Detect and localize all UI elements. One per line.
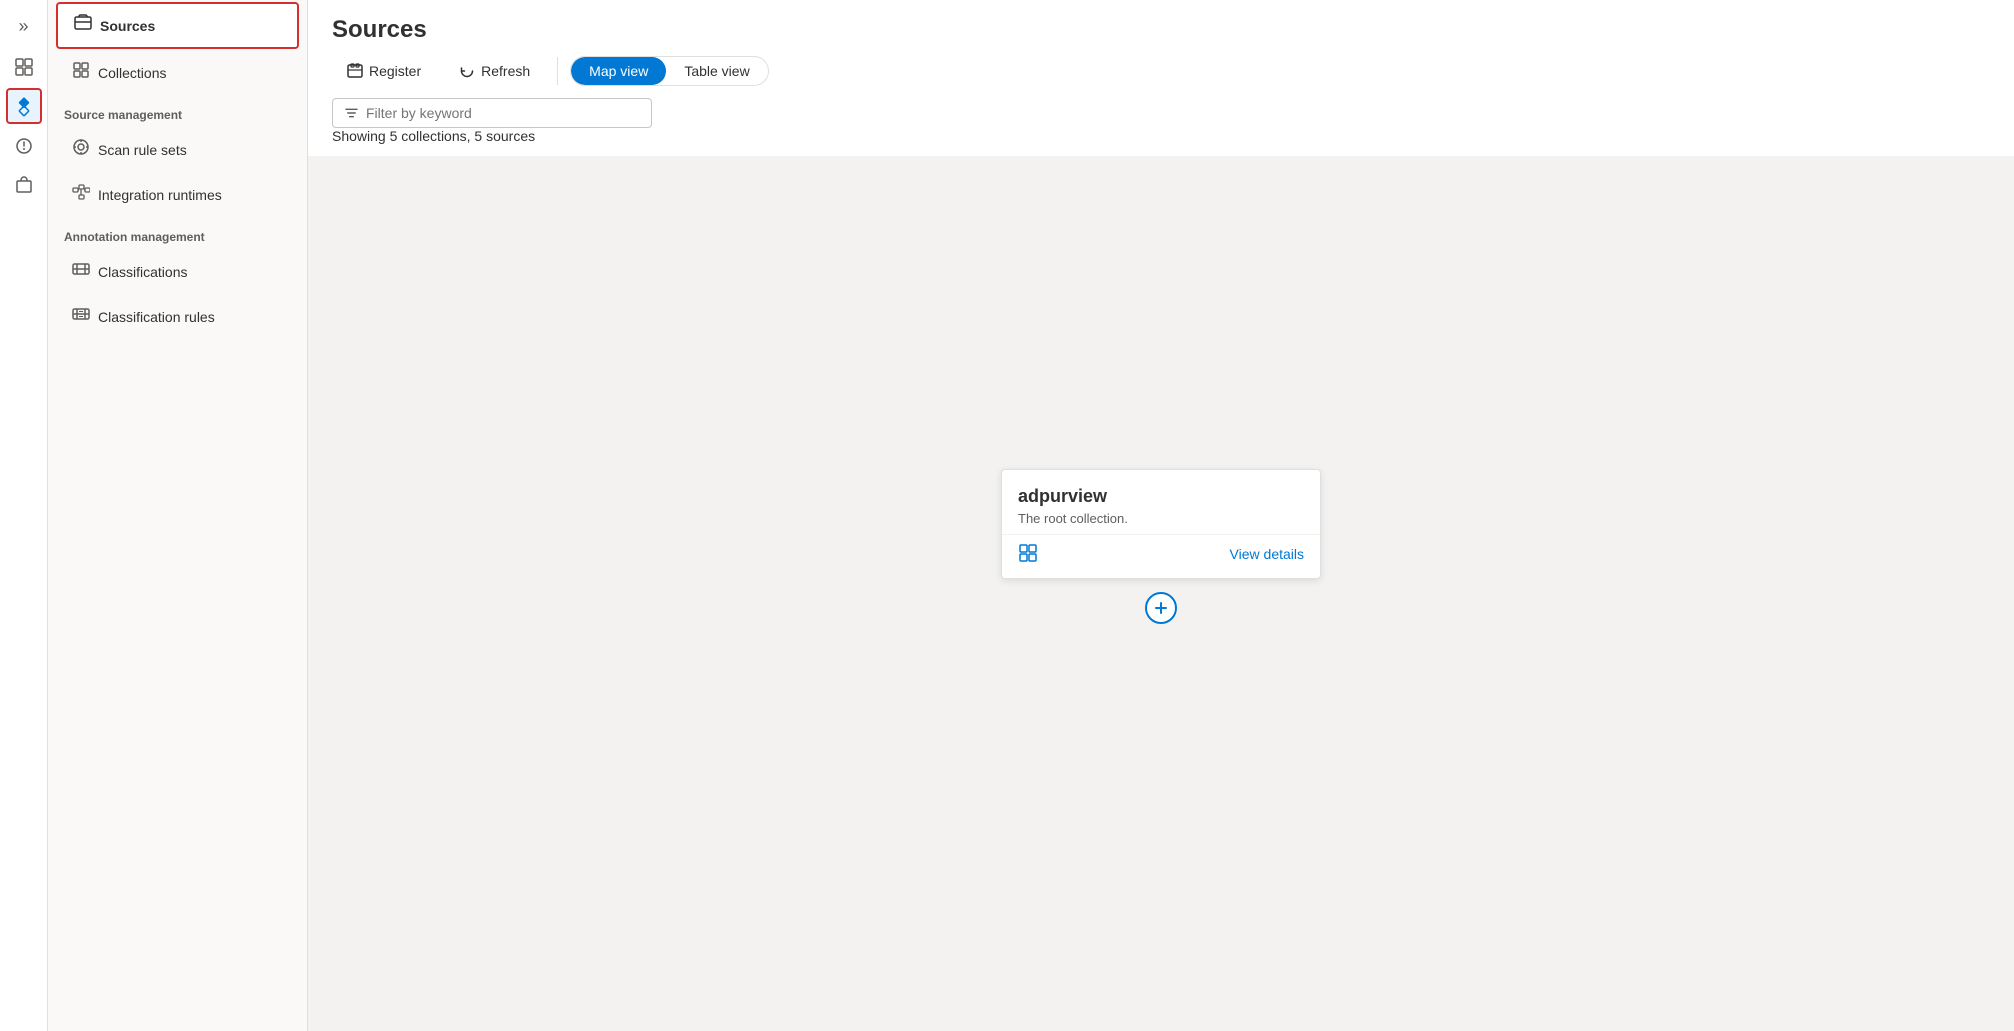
- refresh-button[interactable]: Refresh: [444, 56, 545, 86]
- toolbar-divider: [557, 57, 558, 85]
- sidebar-item-scan-rule-sets-label: Scan rule sets: [98, 142, 187, 158]
- filter-icon: [345, 106, 358, 120]
- sidebar-item-sources-label: Sources: [100, 18, 155, 34]
- map-view-button[interactable]: Map view: [571, 57, 666, 85]
- sidebar-item-collections[interactable]: Collections: [56, 51, 299, 94]
- sidebar-item-classification-rules[interactable]: Classification rules: [56, 295, 299, 338]
- sidebar-item-classification-rules-label: Classification rules: [98, 309, 215, 325]
- icon-rail: »: [0, 0, 48, 1031]
- mgmt-icon[interactable]: [6, 168, 42, 204]
- sidebar-item-classifications[interactable]: Classifications: [56, 250, 299, 293]
- card-grid-icon: [1018, 543, 1038, 566]
- sidebar-item-sources[interactable]: Sources: [56, 2, 299, 49]
- table-view-button[interactable]: Table view: [666, 57, 767, 85]
- data-map-icon[interactable]: [6, 88, 42, 124]
- catalog-icon[interactable]: [6, 48, 42, 84]
- annotation-management-section: Annotation management: [48, 218, 307, 248]
- card-body: adpurview The root collection.: [1002, 470, 1320, 534]
- search-bar[interactable]: [332, 98, 652, 128]
- sidebar: Sources Collections Source management: [48, 0, 308, 1031]
- sidebar-item-integration-runtimes-label: Integration runtimes: [98, 187, 222, 203]
- collections-icon: [72, 61, 90, 84]
- classifications-icon: [72, 260, 90, 283]
- sidebar-item-collections-label: Collections: [98, 65, 166, 81]
- sources-icon: [74, 14, 92, 37]
- sidebar-item-scan-rule-sets[interactable]: Scan rule sets: [56, 128, 299, 171]
- insights-icon[interactable]: [6, 128, 42, 164]
- main-content: Sources Register Refresh: [308, 0, 2014, 1031]
- card-footer: View details: [1002, 534, 1320, 578]
- showing-text: Showing 5 collections, 5 sources: [308, 128, 2014, 156]
- integration-runtimes-icon: [72, 183, 90, 206]
- sidebar-item-integration-runtimes[interactable]: Integration runtimes: [56, 173, 299, 216]
- search-input[interactable]: [366, 105, 639, 121]
- expand-icon[interactable]: »: [6, 8, 42, 44]
- map-area: adpurview The root collection. View deta…: [308, 156, 2014, 1031]
- card-title: adpurview: [1018, 486, 1304, 507]
- scan-rule-sets-icon: [72, 138, 90, 161]
- register-button[interactable]: Register: [332, 56, 436, 86]
- toolbar: Register Refresh Map view Table view: [332, 56, 1990, 86]
- register-icon: [347, 63, 363, 79]
- register-label: Register: [369, 63, 421, 79]
- classification-rules-icon: [72, 305, 90, 328]
- collection-card: adpurview The root collection. View deta…: [1001, 469, 1321, 579]
- sidebar-item-classifications-label: Classifications: [98, 264, 187, 280]
- source-management-section: Source management: [48, 96, 307, 126]
- refresh-label: Refresh: [481, 63, 530, 79]
- view-details-link[interactable]: View details: [1230, 546, 1304, 562]
- view-toggle: Map view Table view: [570, 56, 769, 86]
- refresh-icon: [459, 63, 475, 79]
- page-title: Sources: [332, 16, 1990, 44]
- add-child-button[interactable]: [1145, 592, 1177, 624]
- card-subtitle: The root collection.: [1018, 511, 1304, 526]
- main-header: Sources Register Refresh: [308, 0, 2014, 128]
